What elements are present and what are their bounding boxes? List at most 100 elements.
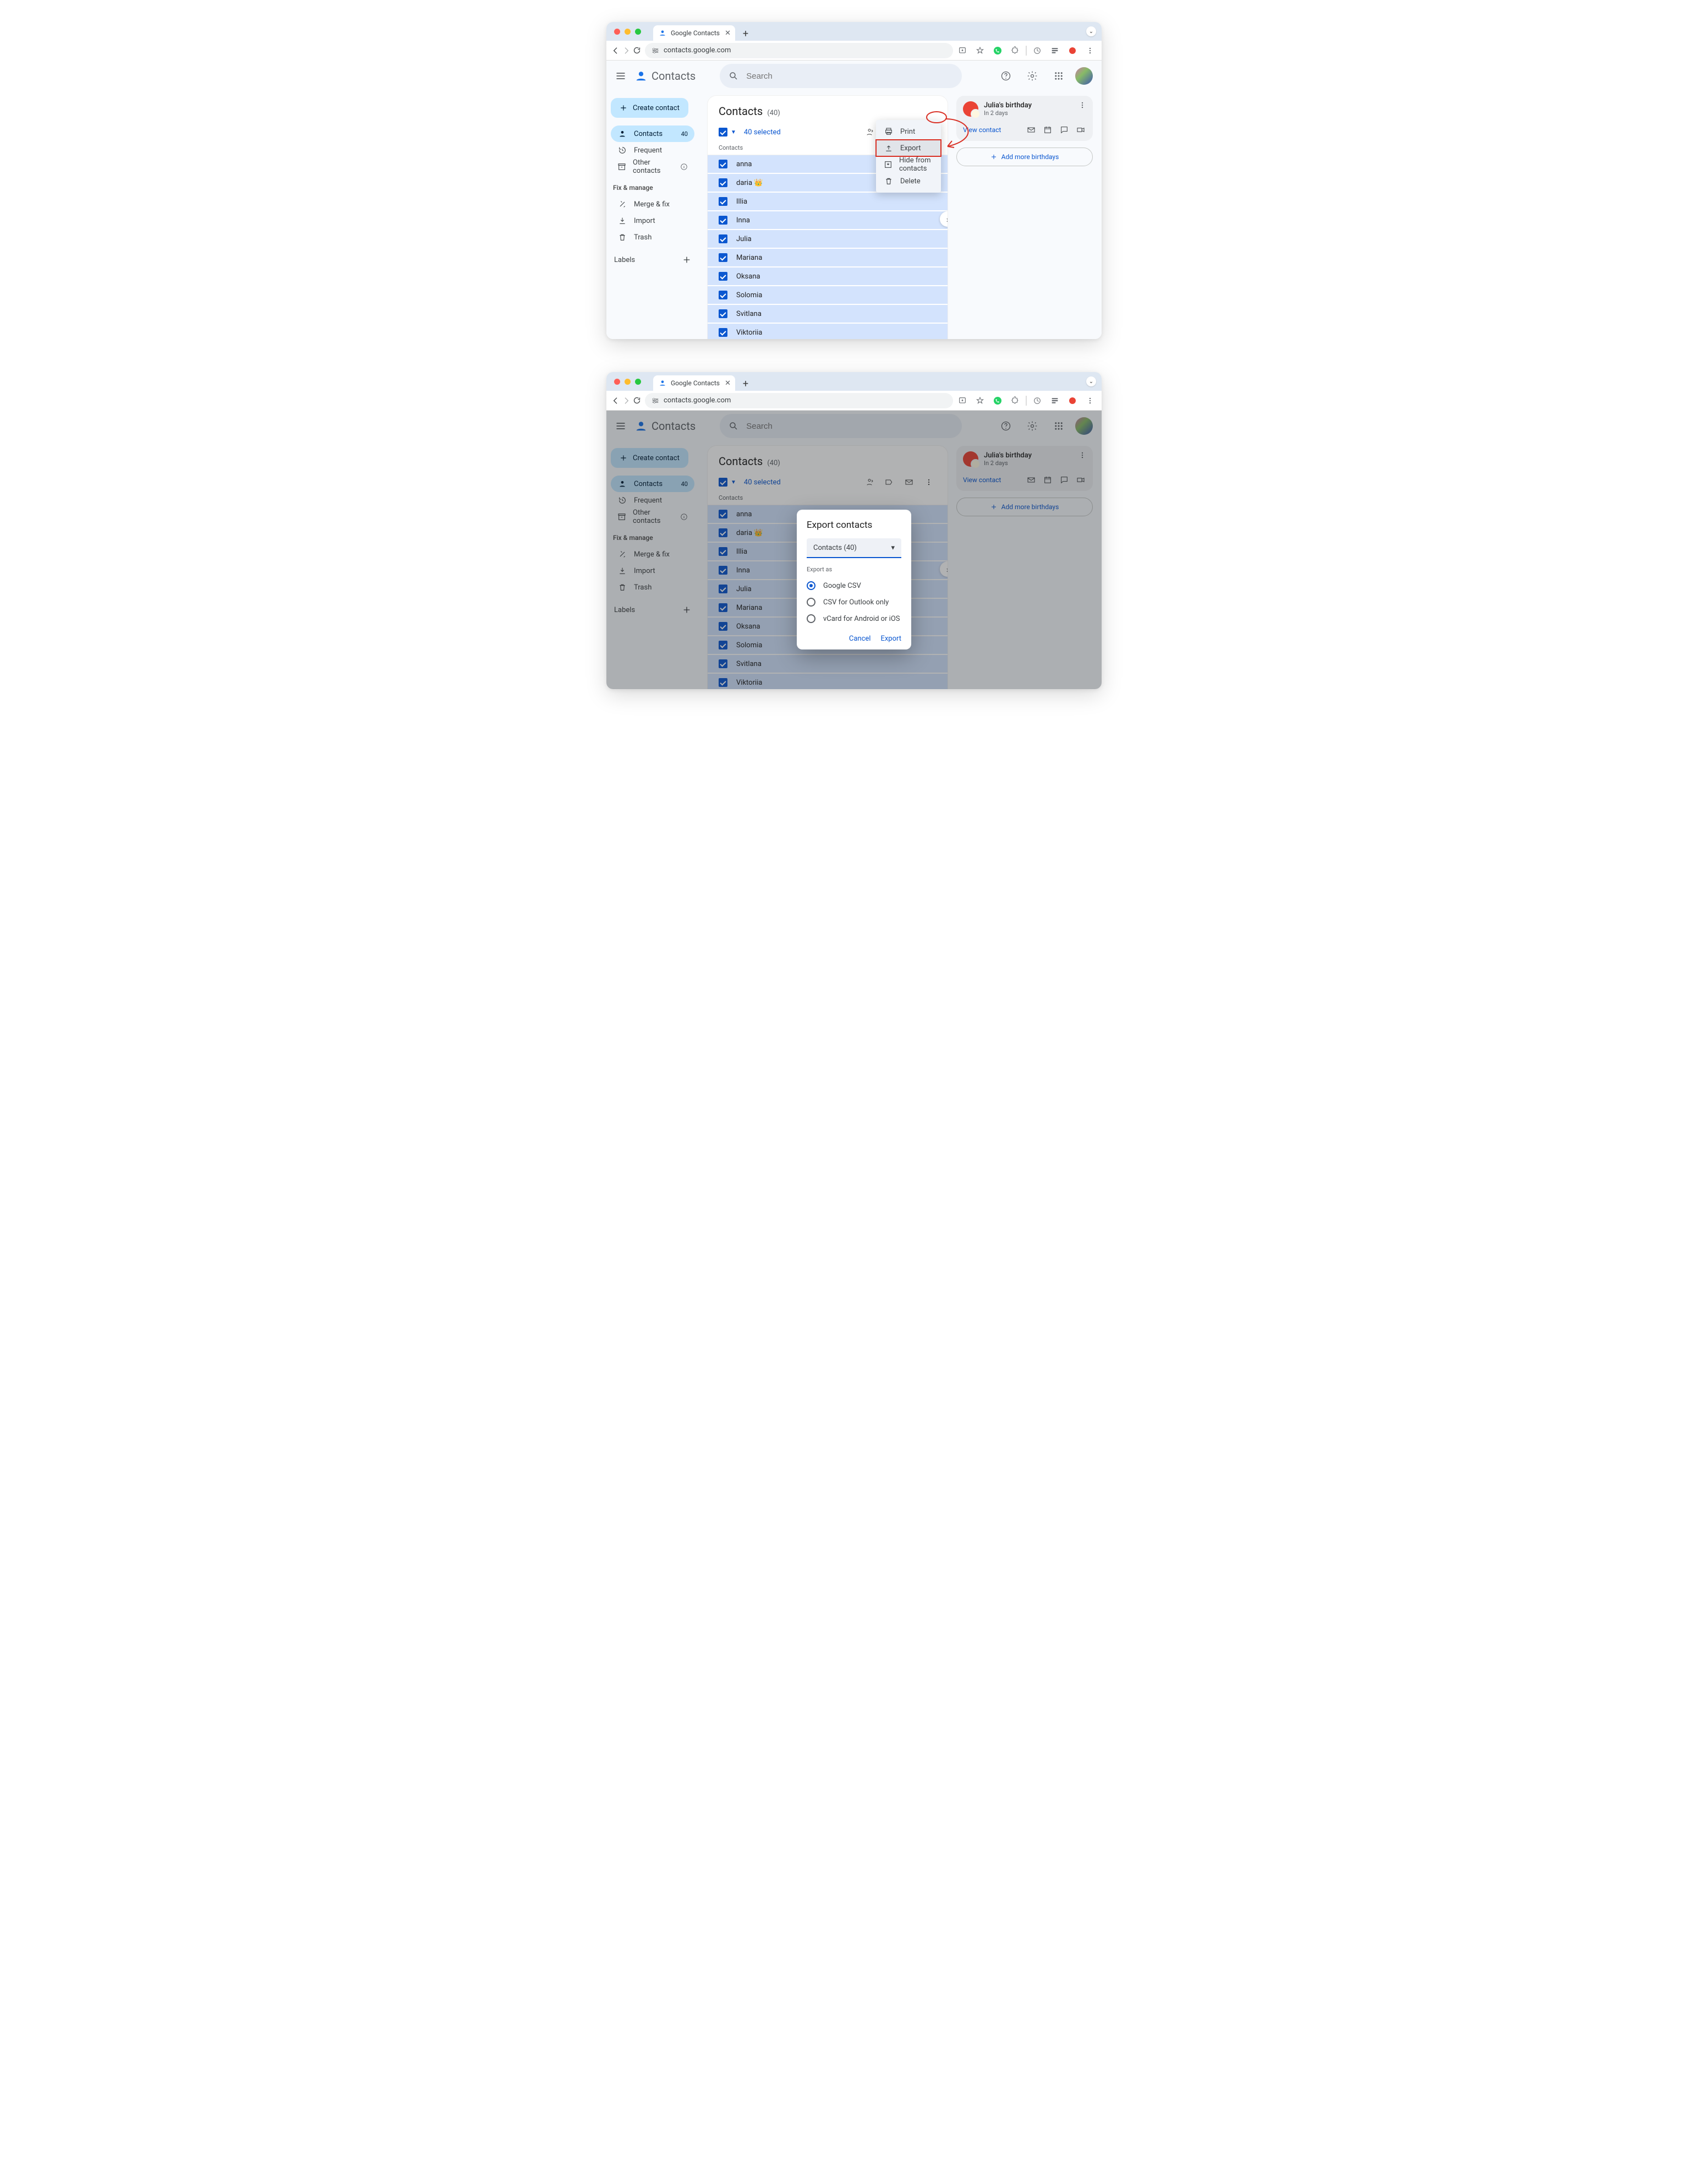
window-controls: [613, 22, 643, 41]
menu-item-label: Export: [900, 144, 921, 152]
browser-tab[interactable]: Google Contacts ✕: [653, 25, 735, 41]
account-avatar[interactable]: [1075, 67, 1093, 85]
row-checkbox[interactable]: [719, 197, 727, 206]
contact-row[interactable]: Illia: [708, 193, 948, 211]
reload-button[interactable]: [632, 393, 642, 408]
reload-button[interactable]: [632, 43, 642, 58]
contact-row[interactable]: Inna: [708, 211, 948, 230]
sidebar-item-trash[interactable]: Trash: [611, 229, 694, 245]
ext3-icon[interactable]: [1048, 43, 1062, 58]
close-window-icon[interactable]: [614, 379, 620, 385]
back-button[interactable]: [611, 393, 620, 408]
create-contact-label: Create contact: [633, 104, 680, 112]
close-tab-icon[interactable]: ✕: [725, 29, 731, 37]
minimize-window-icon[interactable]: [625, 29, 631, 35]
menu-item-export[interactable]: Export: [876, 140, 941, 156]
main-menu-icon[interactable]: [615, 70, 628, 81]
sidebar-item-frequent[interactable]: Frequent: [611, 142, 694, 159]
ext1-icon[interactable]: [990, 394, 1005, 408]
sidebar-item-contacts[interactable]: Contacts40: [611, 125, 694, 142]
new-tab-button[interactable]: +: [738, 26, 753, 41]
chrome-menu-icon[interactable]: [1083, 394, 1097, 408]
bookmark-star-icon[interactable]: [973, 394, 987, 408]
export-option[interactable]: vCard for Android or iOS: [807, 610, 901, 627]
close-window-icon[interactable]: [614, 29, 620, 35]
extensions-puzzle-icon[interactable]: [1008, 394, 1022, 408]
ext4-icon[interactable]: [1065, 43, 1080, 58]
export-option[interactable]: Google CSV: [807, 577, 901, 594]
row-checkbox[interactable]: [719, 234, 727, 243]
video-icon[interactable]: [1075, 124, 1086, 135]
row-checkbox[interactable]: [719, 291, 727, 299]
row-checkbox[interactable]: [719, 309, 727, 318]
contact-row[interactable]: Julia: [708, 230, 948, 249]
birthday-card: Julia's birthday In 2 days View contact: [956, 96, 1093, 141]
info-icon[interactable]: [680, 163, 688, 171]
install-app-icon[interactable]: [955, 43, 970, 58]
settings-gear-icon[interactable]: [1022, 66, 1042, 86]
contact-row[interactable]: Mariana: [708, 249, 948, 267]
new-tab-button[interactable]: +: [738, 376, 753, 391]
view-contact-link[interactable]: View contact: [963, 126, 1001, 134]
menu-item-delete[interactable]: Delete: [876, 173, 941, 189]
chat-icon[interactable]: [1059, 124, 1070, 135]
merge-action-icon[interactable]: [862, 124, 877, 140]
help-icon[interactable]: [996, 66, 1016, 86]
sidebar-item-merge-fix[interactable]: Merge & fix: [611, 196, 694, 212]
row-checkbox[interactable]: [719, 272, 727, 281]
tabs-overflow-icon[interactable]: ⌄: [1086, 376, 1096, 386]
ext2-icon[interactable]: [1030, 394, 1044, 408]
maximize-window-icon[interactable]: [635, 379, 641, 385]
product-logo[interactable]: Contacts: [635, 69, 696, 83]
calendar-icon[interactable]: [1042, 124, 1053, 135]
browser-tab[interactable]: Google Contacts ✕: [653, 375, 735, 391]
create-contact-button[interactable]: Create contact: [611, 98, 688, 118]
chrome-menu-icon[interactable]: [1083, 43, 1097, 58]
sidebar-item-import[interactable]: Import: [611, 212, 694, 229]
bookmark-star-icon[interactable]: [973, 43, 987, 58]
select-all-checkbox[interactable]: [719, 128, 727, 137]
selection-dropdown-icon[interactable]: ▼: [731, 129, 736, 135]
minimize-window-icon[interactable]: [625, 379, 631, 385]
row-checkbox[interactable]: [719, 160, 727, 168]
mail-icon[interactable]: [1026, 124, 1037, 135]
dialog-export-button[interactable]: Export: [880, 635, 901, 643]
dialog-cancel-button[interactable]: Cancel: [849, 635, 871, 643]
contact-row[interactable]: Solomia: [708, 286, 948, 305]
maximize-window-icon[interactable]: [635, 29, 641, 35]
forward-button[interactable]: [621, 43, 631, 58]
row-checkbox[interactable]: [719, 253, 727, 262]
row-checkbox[interactable]: [719, 178, 727, 187]
sidebar-item-label: Trash: [634, 233, 652, 242]
contact-row[interactable]: Viktoriia: [708, 324, 948, 339]
address-bar[interactable]: contacts.google.com: [645, 393, 953, 408]
export-source-select[interactable]: Contacts (40) ▾: [807, 538, 901, 558]
tab-title: Google Contacts: [671, 379, 720, 387]
contact-row[interactable]: Svitlana: [708, 305, 948, 324]
ext3-icon[interactable]: [1048, 394, 1062, 408]
menu-item-print[interactable]: Print: [876, 123, 941, 140]
menu-item-hide-from-contacts[interactable]: Hide from contacts: [876, 156, 941, 173]
install-app-icon[interactable]: [955, 394, 970, 408]
ext1-icon[interactable]: [990, 43, 1005, 58]
forward-button[interactable]: [621, 393, 631, 408]
row-checkbox[interactable]: [719, 216, 727, 225]
contact-name: anna: [736, 160, 752, 168]
search-box[interactable]: [720, 64, 962, 88]
row-checkbox[interactable]: [719, 328, 727, 337]
sidebar-item-other-contacts[interactable]: Other contacts: [611, 159, 694, 175]
contact-row[interactable]: Oksana: [708, 267, 948, 286]
search-input[interactable]: [745, 71, 953, 81]
ext4-icon[interactable]: [1065, 394, 1080, 408]
apps-grid-icon[interactable]: [1049, 66, 1069, 86]
back-button[interactable]: [611, 43, 620, 58]
add-label-icon[interactable]: [682, 255, 691, 264]
tabs-overflow-icon[interactable]: ⌄: [1086, 26, 1096, 36]
address-bar[interactable]: contacts.google.com: [645, 43, 953, 58]
close-tab-icon[interactable]: ✕: [725, 379, 731, 387]
add-birthdays-button[interactable]: Add more birthdays: [956, 148, 1093, 166]
export-option[interactable]: CSV for Outlook only: [807, 594, 901, 610]
birthday-more-icon[interactable]: [1079, 101, 1086, 109]
extensions-puzzle-icon[interactable]: [1008, 43, 1022, 58]
ext2-icon[interactable]: [1030, 43, 1044, 58]
